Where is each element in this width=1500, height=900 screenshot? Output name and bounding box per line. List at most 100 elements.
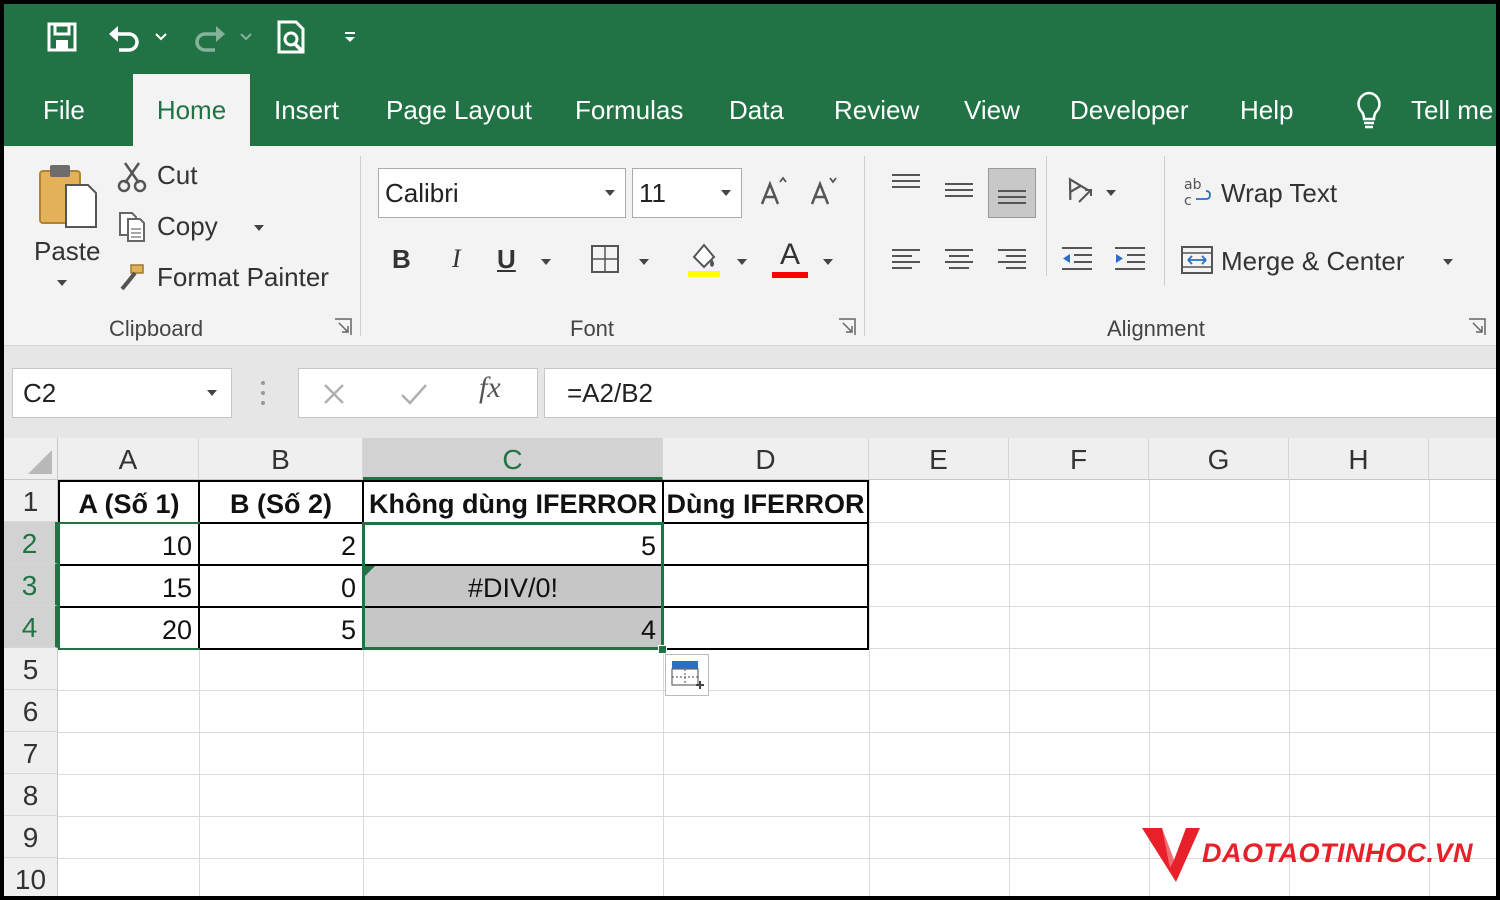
fill-color-icon[interactable] [684,240,724,280]
copy-dropdown-icon[interactable] [254,225,264,231]
decrease-indent-icon[interactable] [1058,242,1096,278]
tab-insert[interactable]: Insert [274,74,339,146]
select-all-button[interactable] [4,438,58,480]
font-launcher-icon[interactable] [838,318,856,336]
alignment-launcher-icon[interactable] [1468,318,1486,336]
tab-review[interactable]: Review [834,74,919,146]
print-preview-icon[interactable] [272,18,312,56]
row-header-2[interactable]: 2 [4,522,58,564]
underline-button[interactable]: U [497,244,516,275]
copy-button[interactable]: Copy [157,211,218,242]
clipboard-group-label: Clipboard [109,316,204,341]
formula-input[interactable]: =A2/B2 [544,368,1496,418]
orientation-dropdown-icon[interactable] [1106,190,1116,196]
paste-dropdown-icon[interactable] [57,280,67,286]
column-header-a[interactable]: A [58,438,199,480]
font-color-dropdown-icon[interactable] [823,259,833,265]
wrap-text-icon[interactable]: ab c [1180,174,1214,210]
merge-center-dropdown-icon[interactable] [1443,259,1453,265]
orientation-icon[interactable] [1059,172,1097,208]
underline-dropdown-icon[interactable] [541,259,551,265]
merge-center-button[interactable]: Merge & Center [1221,246,1405,277]
column-header-c[interactable]: C [363,438,663,480]
copy-icon[interactable] [116,210,148,244]
cell-d3[interactable] [664,566,867,608]
save-icon[interactable] [42,18,82,56]
bottom-align-icon[interactable] [988,168,1036,218]
cell-d2[interactable] [664,524,867,566]
font-name-combo[interactable]: Calibri [378,168,626,218]
row-header-7[interactable]: 7 [4,732,58,774]
borders-dropdown-icon[interactable] [639,259,649,265]
cut-icon[interactable] [116,160,148,194]
paste-icon[interactable] [34,160,102,230]
decrease-font-size-icon[interactable] [806,174,840,210]
column-header-d[interactable]: D [663,438,869,480]
fill-color-dropdown-icon[interactable] [737,259,747,265]
cut-button[interactable]: Cut [157,160,197,191]
row-header-6[interactable]: 6 [4,690,58,732]
name-box[interactable]: C2 [12,368,232,418]
customize-qat-icon[interactable] [338,18,362,56]
align-left-icon[interactable] [888,244,924,276]
paste-button[interactable]: Paste [34,236,101,267]
font-size-combo[interactable]: 11 [632,168,742,218]
column-header-i[interactable] [1429,438,1496,480]
tell-me-search[interactable]: Tell me [1411,74,1493,146]
fill-handle[interactable] [658,645,667,654]
row-header-3[interactable]: 3 [4,564,58,606]
cell-d4[interactable] [664,608,867,650]
cell-a1[interactable]: A (Số 1) [60,482,198,524]
top-align-icon[interactable] [888,168,924,200]
row-header-9[interactable]: 9 [4,816,58,858]
format-painter-icon[interactable] [116,260,148,294]
borders-icon[interactable] [588,242,622,276]
tab-file[interactable]: File [43,74,85,146]
quick-analysis-button[interactable] [665,654,709,696]
column-header-b[interactable]: B [199,438,363,480]
clipboard-launcher-icon[interactable] [334,318,352,336]
cell-d1[interactable]: Dùng IFERROR [664,482,867,524]
tab-data[interactable]: Data [729,74,784,146]
redo-icon[interactable] [190,18,230,56]
column-header-h[interactable]: H [1289,438,1429,480]
increase-indent-icon[interactable] [1111,242,1149,278]
undo-dropdown-icon[interactable] [150,18,172,56]
align-right-icon[interactable] [994,244,1030,276]
cell-b4[interactable]: 5 [200,608,362,650]
tab-help[interactable]: Help [1240,74,1293,146]
tab-page-layout[interactable]: Page Layout [386,74,532,146]
tab-formulas[interactable]: Formulas [575,74,683,146]
font-color-button[interactable]: A [780,238,800,272]
row-header-10[interactable]: 10 [4,858,58,896]
format-painter-button[interactable]: Format Painter [157,262,329,293]
tab-home[interactable]: Home [133,74,250,146]
align-center-icon[interactable] [941,244,977,276]
column-header-f[interactable]: F [1009,438,1149,480]
undo-icon[interactable] [104,18,144,56]
increase-font-size-icon[interactable] [756,174,790,210]
cell-b2[interactable]: 2 [200,524,362,566]
cell-c1[interactable]: Không dùng IFERROR [364,482,662,524]
italic-button[interactable]: I [452,244,461,274]
name-box-dropdown-icon[interactable] [207,390,217,396]
cell-b1[interactable]: B (Số 2) [200,482,362,524]
row-header-5[interactable]: 5 [4,648,58,690]
tab-developer[interactable]: Developer [1070,74,1189,146]
column-header-g[interactable]: G [1149,438,1289,480]
bold-button[interactable]: B [392,244,411,275]
row-header-4[interactable]: 4 [4,606,58,648]
formula-bar-grip-icon[interactable] [260,380,266,406]
tab-view[interactable]: View [964,74,1020,146]
column-header-e[interactable]: E [869,438,1009,480]
enter-formula-icon[interactable] [397,379,431,409]
wrap-text-button[interactable]: Wrap Text [1221,178,1337,209]
redo-dropdown-icon[interactable] [236,18,256,56]
merge-center-icon[interactable] [1178,242,1216,278]
cell-b3[interactable]: 0 [200,566,362,608]
row-header-1[interactable]: 1 [4,480,58,522]
middle-align-icon[interactable] [941,174,977,206]
cancel-formula-icon[interactable] [319,379,349,409]
insert-function-button[interactable]: fx [479,371,501,405]
row-header-8[interactable]: 8 [4,774,58,816]
